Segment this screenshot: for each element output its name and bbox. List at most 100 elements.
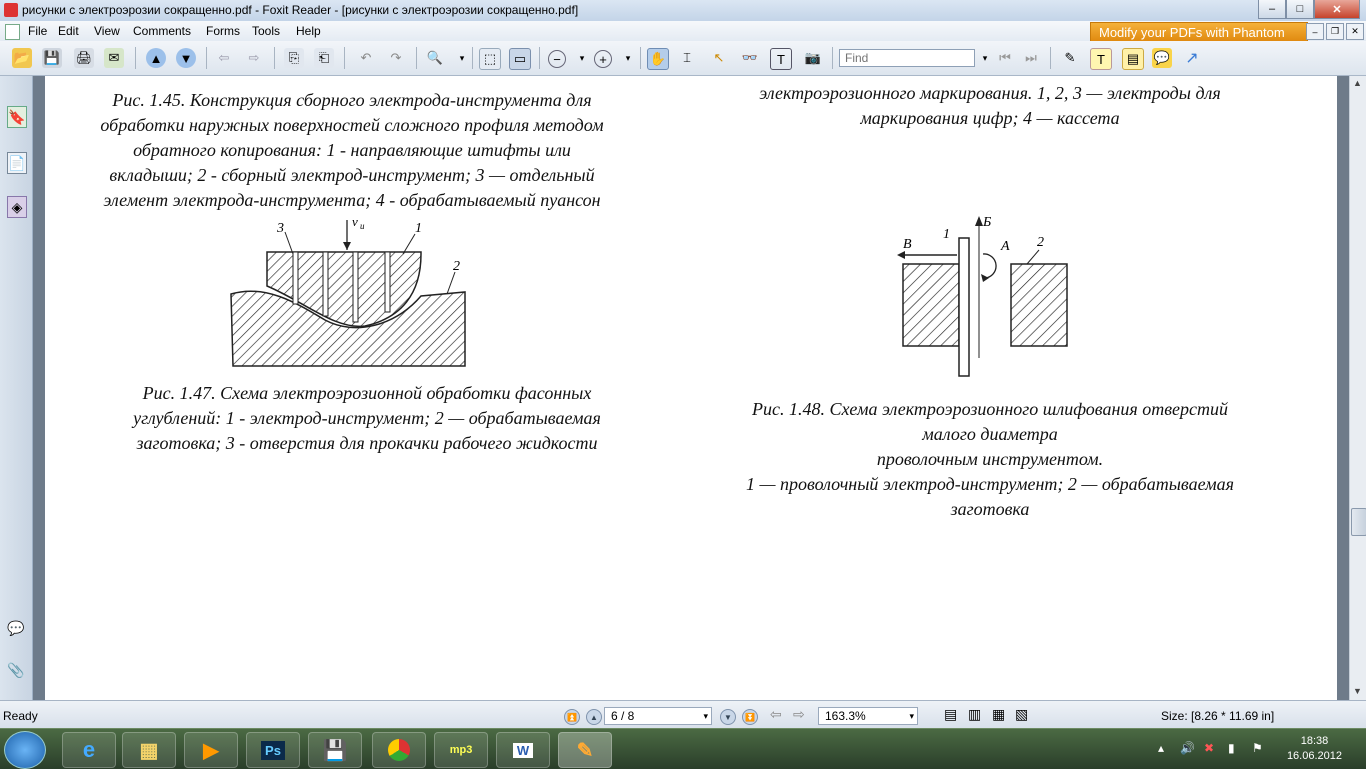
save-icon[interactable]: 💾 (42, 48, 62, 68)
print-icon[interactable]: 🖨 (74, 48, 94, 68)
phantom-promo-button[interactable]: Modify your PDFs with Phantom (1090, 22, 1308, 42)
zoom-dropdown-arrow-icon[interactable]: ▾ (452, 48, 472, 68)
mp3-cut-icon[interactable]: mp3 (434, 732, 488, 768)
comment-icon[interactable]: 💬 (1152, 48, 1172, 68)
doc-close-button[interactable]: ✕ (1346, 23, 1364, 40)
caption-line: проволочным инструментом. (876, 449, 1104, 469)
hand-icon[interactable]: ✋ (647, 48, 669, 70)
facing-icon[interactable]: ▦ (992, 706, 1005, 723)
zoom-out-dropdown-icon[interactable]: ▾ (572, 48, 592, 68)
save-disk-icon[interactable]: 💾 (308, 732, 362, 768)
word-icon[interactable]: W (496, 732, 550, 768)
explorer-icon[interactable]: ▦ (122, 732, 176, 768)
zoom-out-icon[interactable]: − (548, 50, 566, 68)
battery-icon[interactable]: ▮ (1228, 741, 1235, 755)
network-icon[interactable]: ✖ (1204, 741, 1214, 755)
history-forward-icon[interactable]: ⇨ (793, 706, 805, 723)
prev-page-icon[interactable]: ▲ (146, 48, 166, 68)
start-button[interactable] (4, 731, 46, 769)
first-page-icon[interactable]: ⏫ (564, 709, 580, 725)
redo-icon[interactable]: ↷ (386, 48, 406, 68)
scroll-down-icon[interactable]: ▼ (1353, 686, 1362, 696)
page-insert-icon[interactable]: ⎗ (314, 48, 334, 68)
doc-restore-button[interactable]: ❐ (1326, 23, 1344, 40)
clock[interactable]: 18:38 16.06.2012 (1287, 734, 1342, 764)
caption-line: вкладыши; 2 - сборный электрод-инструмен… (109, 165, 595, 185)
status-ready: Ready (3, 709, 38, 723)
find-input[interactable] (839, 49, 975, 67)
pdf-page[interactable]: Рис. 1.45. Конструкция сборного электрод… (45, 76, 1337, 700)
page-dropdown-icon[interactable]: ▾ (703, 711, 708, 722)
layers-icon[interactable]: ◈ (7, 196, 27, 218)
menu-edit[interactable]: Edit (58, 24, 79, 38)
media-player-icon[interactable]: ▶ (184, 732, 238, 768)
pages-icon[interactable]: 📄 (7, 152, 27, 174)
prev-find-icon[interactable]: ⏮ (995, 48, 1015, 68)
menu-help[interactable]: Help (296, 24, 321, 38)
caption-line: обработки наружных поверхностей сложного… (100, 115, 604, 135)
single-page-icon[interactable]: ▤ (944, 706, 957, 723)
comments-panel-icon[interactable]: 💬 (7, 618, 25, 638)
menu-comments[interactable]: Comments (133, 24, 191, 38)
chrome-icon[interactable] (372, 732, 426, 768)
flag-icon[interactable]: ⚑ (1252, 741, 1263, 755)
vertical-scrollbar[interactable]: ▲ ▼ (1349, 76, 1366, 700)
typewriter-icon[interactable]: T (770, 48, 792, 70)
find-icon[interactable]: 👓 (740, 48, 760, 68)
tray-arrow-icon[interactable]: ▴ (1158, 741, 1164, 755)
mp3-label: mp3 (449, 744, 473, 756)
note-icon[interactable]: ▤ (1122, 48, 1144, 70)
arrow-tool-icon[interactable]: ↗ (1182, 48, 1202, 68)
select-text-icon[interactable]: ⌶ (677, 48, 697, 68)
menu-forms[interactable]: Forms (206, 24, 240, 38)
pencil-icon[interactable]: ✎ (1060, 48, 1080, 68)
volume-icon[interactable]: 🔊 (1180, 741, 1195, 755)
fit-width-icon[interactable]: ▭ (509, 48, 531, 70)
open-icon[interactable]: 📂 (12, 48, 32, 68)
caption-fig-1-47: Рис. 1.47. Схема электроэрозионной обраб… (67, 381, 667, 456)
menu-tools[interactable]: Tools (252, 24, 280, 38)
history-back-icon[interactable]: ⇦ (770, 706, 782, 723)
ie-icon[interactable]: e (62, 732, 116, 768)
photoshop-icon[interactable]: Ps (246, 732, 300, 768)
prev-page-status-icon[interactable]: ▲ (586, 709, 602, 725)
maximize-button[interactable]: □ (1286, 0, 1314, 19)
close-button[interactable]: ✕ (1314, 0, 1360, 19)
next-find-icon[interactable]: ⏭ (1021, 48, 1041, 68)
page-extract-icon[interactable]: ⎘ (284, 48, 304, 68)
scroll-thumb[interactable] (1351, 508, 1366, 536)
doc-minimize-button[interactable]: – (1306, 23, 1324, 40)
scroll-up-icon[interactable]: ▲ (1353, 78, 1362, 88)
continuous-facing-icon[interactable]: ▧ (1015, 706, 1028, 723)
bookmarks-icon[interactable]: 🔖 (7, 106, 27, 128)
highlight-icon[interactable]: T (1090, 48, 1112, 70)
document-icon[interactable] (5, 24, 20, 40)
next-page-status-icon[interactable]: ▼ (720, 709, 736, 725)
back-icon[interactable]: ⇦ (214, 48, 234, 68)
zoom-plus-dropdown-icon[interactable]: ▾ (618, 48, 638, 68)
page-number-field[interactable]: 6 / 8 ▾ (604, 707, 712, 725)
continuous-icon[interactable]: ▥ (968, 706, 981, 723)
next-page-icon[interactable]: ▼ (176, 48, 196, 68)
attachments-icon[interactable]: 📎 (7, 660, 25, 680)
zoom-level-dropdown-icon[interactable]: ▾ (909, 711, 914, 722)
menu-view[interactable]: View (94, 24, 120, 38)
caption-line: электроэрозионного маркирования. 1, 2, 3… (759, 83, 1221, 103)
find-dropdown-icon[interactable]: ▾ (975, 48, 995, 68)
snapshot-icon[interactable]: 📷 (803, 48, 823, 68)
undo-icon[interactable]: ↶ (356, 48, 376, 68)
toolbar: 📂 💾 🖨 ✉ ▲ ▼ ⇦ ⇨ ⎘ ⎗ ↶ ↷ 🔍 ▾ ⬚ ▭ − ▾ + ▾ … (0, 41, 1366, 76)
minimize-button[interactable]: ‒ (1258, 0, 1286, 19)
zoom-in-icon[interactable]: 🔍 (425, 48, 445, 68)
menu-file[interactable]: File (28, 24, 47, 38)
zoom-level-field[interactable]: 163.3% ▾ (818, 707, 918, 725)
zoom-plus-icon[interactable]: + (594, 50, 612, 68)
last-page-icon[interactable]: ⏬ (742, 709, 758, 725)
select-icon[interactable]: ↖ (709, 48, 729, 68)
label-3: 3 (276, 221, 284, 236)
foxit-app-icon[interactable] (4, 3, 18, 17)
fit-page-icon[interactable]: ⬚ (479, 48, 501, 70)
email-icon[interactable]: ✉ (104, 48, 124, 68)
foxit-icon[interactable]: ✎ (558, 732, 612, 768)
forward-icon[interactable]: ⇨ (244, 48, 264, 68)
